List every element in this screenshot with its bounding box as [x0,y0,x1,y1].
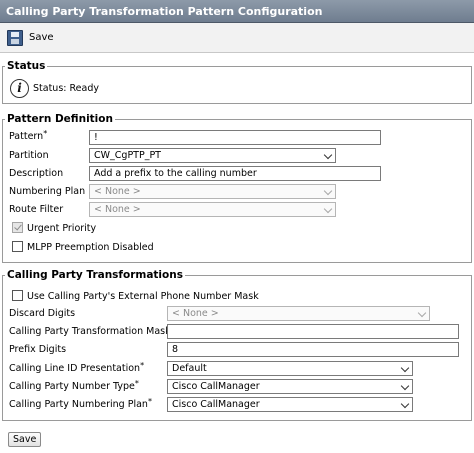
numbering-plan-label: Numbering Plan [9,186,86,197]
calling-party-transformations-legend: Calling Party Transformations [7,269,183,281]
line-id-presentation-label: Calling Line ID Presentation* [9,361,145,374]
transformation-mask-input[interactable] [167,324,459,339]
chevron-down-icon [400,399,410,409]
numbering-plan-value: < None > [94,186,141,197]
cp-numbering-plan-label: Calling Party Numbering Plan* [9,397,152,410]
status-legend: Status [7,60,46,72]
line-id-presentation-select[interactable]: Default [167,361,413,376]
partition-value: CW_CgPTP_PT [94,150,161,161]
urgent-priority-checkbox[interactable] [12,222,23,233]
numbering-plan-select[interactable]: < None > [89,184,336,199]
discard-digits-value: < None > [172,308,219,319]
external-mask-label: Use Calling Party's External Phone Numbe… [27,291,259,302]
status-section: Status [2,60,472,104]
number-type-value: Cisco CallManager [172,381,260,392]
pattern-input[interactable]: ! [89,130,381,145]
info-icon: i [10,79,29,98]
prefix-digits-input[interactable]: 8 [167,342,459,357]
required-marker: * [140,361,145,370]
chevron-down-icon [323,150,333,160]
transformation-mask-label: Calling Party Transformation Mask [9,326,171,337]
toolbar: Save [0,23,474,53]
mlpp-preemption-label: MLPP Preemption Disabled [27,242,154,253]
save-icon-plate [11,32,19,37]
save-icon[interactable] [7,30,23,46]
route-filter-select[interactable]: < None > [89,202,336,217]
cp-numbering-plan-value: Cisco CallManager [172,399,260,410]
description-input[interactable]: Add a prefix to the calling number [89,166,381,181]
chevron-down-icon [417,308,427,318]
line-id-presentation-value: Default [172,363,207,374]
discard-digits-select[interactable]: < None > [167,306,430,321]
number-type-label: Calling Party Number Type* [9,379,139,392]
partition-label: Partition [9,150,49,161]
required-marker: * [147,397,152,406]
cp-numbering-plan-select[interactable]: Cisco CallManager [167,397,413,412]
chevron-down-icon [323,204,333,214]
description-label: Description [9,168,64,179]
prefix-digits-label: Prefix Digits [9,344,67,355]
urgent-priority-label: Urgent Priority [27,223,97,234]
save-icon-label [11,39,19,44]
number-type-select[interactable]: Cisco CallManager [167,379,413,394]
partition-select[interactable]: CW_CgPTP_PT [89,148,336,163]
save-button[interactable]: Save [8,432,42,447]
external-mask-checkbox[interactable] [12,290,23,301]
required-marker: * [43,129,48,138]
route-filter-value: < None > [94,204,141,215]
chevron-down-icon [400,381,410,391]
pattern-label: Pattern* [9,129,48,142]
status-text: Status: Ready [33,83,99,94]
pattern-definition-legend: Pattern Definition [7,113,113,125]
toolbar-save-button[interactable]: Save [29,32,54,43]
chevron-down-icon [400,363,410,373]
route-filter-label: Route Filter [9,204,64,215]
window-title: Calling Party Transformation Pattern Con… [0,0,474,23]
chevron-down-icon [323,186,333,196]
check-icon [14,222,22,231]
required-marker: * [134,379,139,388]
discard-digits-label: Discard Digits [9,308,76,319]
mlpp-preemption-checkbox[interactable] [12,241,23,252]
